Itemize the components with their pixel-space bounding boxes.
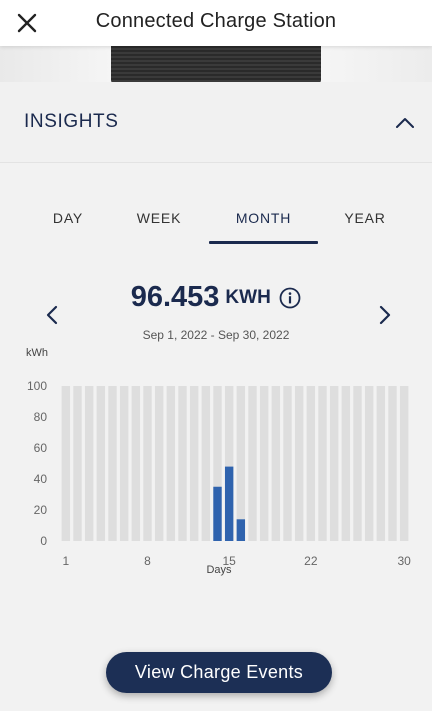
bar-background — [399, 386, 409, 541]
info-icon[interactable] — [279, 287, 301, 309]
bar-background — [306, 386, 316, 541]
bar-background — [73, 386, 82, 541]
charger-device-image — [111, 46, 321, 82]
y-tick-label: 100 — [27, 379, 47, 393]
bar-background — [108, 386, 117, 541]
y-tick-label: 80 — [34, 410, 48, 424]
bar-background — [294, 386, 304, 541]
bar-background — [248, 386, 257, 541]
tab-day[interactable]: DAY — [40, 206, 96, 246]
bar-background — [271, 386, 281, 541]
energy-total: 96.453 KWH — [0, 281, 432, 317]
active-tab-indicator — [209, 241, 318, 244]
y-tick-label: 0 — [40, 534, 47, 548]
energy-bar-chart: kWh 020406080100 1 8 15 22 30 Days — [26, 347, 411, 576]
y-tick-label: 40 — [34, 472, 48, 486]
x-tick-label: 30 — [397, 554, 411, 568]
y-tick-label: 20 — [34, 503, 48, 517]
tab-month[interactable]: MONTH — [209, 206, 318, 246]
bar-background — [259, 386, 269, 541]
bar-background — [96, 386, 106, 541]
x-axis-label: Days — [206, 564, 232, 576]
view-charge-events-button[interactable]: View Charge Events — [106, 652, 332, 693]
top-bar: Connected Charge Station — [0, 0, 432, 46]
bar-background — [388, 386, 397, 541]
bar-background — [376, 386, 386, 541]
bar-background — [143, 386, 152, 541]
bar-background — [283, 386, 292, 541]
date-range: Sep 1, 2022 - Sep 30, 2022 — [142, 328, 290, 342]
tab-year[interactable]: YEAR — [334, 206, 396, 246]
insights-content: DAY WEEK MONTH YEAR 96.453 KWH Sep 1, 202… — [0, 163, 432, 711]
bar-day-16[interactable] — [236, 519, 246, 541]
tab-week[interactable]: WEEK — [126, 206, 192, 246]
bar-background-group — [61, 386, 409, 541]
bar-day-15[interactable] — [224, 466, 234, 541]
bar-background — [329, 386, 339, 541]
charger-image — [0, 46, 432, 82]
insights-section-header[interactable]: INSIGHTS — [0, 82, 432, 163]
page-title: Connected Charge Station — [95, 10, 337, 32]
chevron-up-icon[interactable] — [394, 112, 416, 134]
y-tick-label: 60 — [34, 441, 48, 455]
bar-background — [61, 386, 71, 541]
period-tabs: DAY WEEK MONTH YEAR — [0, 206, 432, 246]
energy-total-value: 96.453 — [130, 281, 220, 313]
x-axis-ticks: 1 8 15 22 30 — [62, 554, 411, 568]
insights-title: INSIGHTS — [24, 111, 119, 132]
bar-background — [353, 386, 362, 541]
bar-background — [201, 386, 211, 541]
x-tick-label: 22 — [304, 554, 318, 568]
x-tick-label: 1 — [62, 554, 69, 568]
bar-background — [154, 386, 164, 541]
x-tick-label: 8 — [144, 554, 151, 568]
bar-background — [119, 386, 129, 541]
energy-total-unit: KWH — [225, 286, 271, 308]
bar-background — [166, 386, 176, 541]
bar-background — [84, 386, 94, 541]
bar-background — [189, 386, 199, 541]
bar-background — [318, 386, 327, 541]
bar-background — [178, 386, 187, 541]
bar-background — [341, 386, 351, 541]
bar-day-14[interactable] — [213, 486, 222, 541]
bar-background — [364, 386, 374, 541]
y-axis-label: kWh — [26, 347, 48, 359]
y-axis-ticks: 0 20 40 60 80 100 — [27, 379, 47, 548]
bar-background — [131, 386, 141, 541]
bar-background — [236, 386, 246, 541]
